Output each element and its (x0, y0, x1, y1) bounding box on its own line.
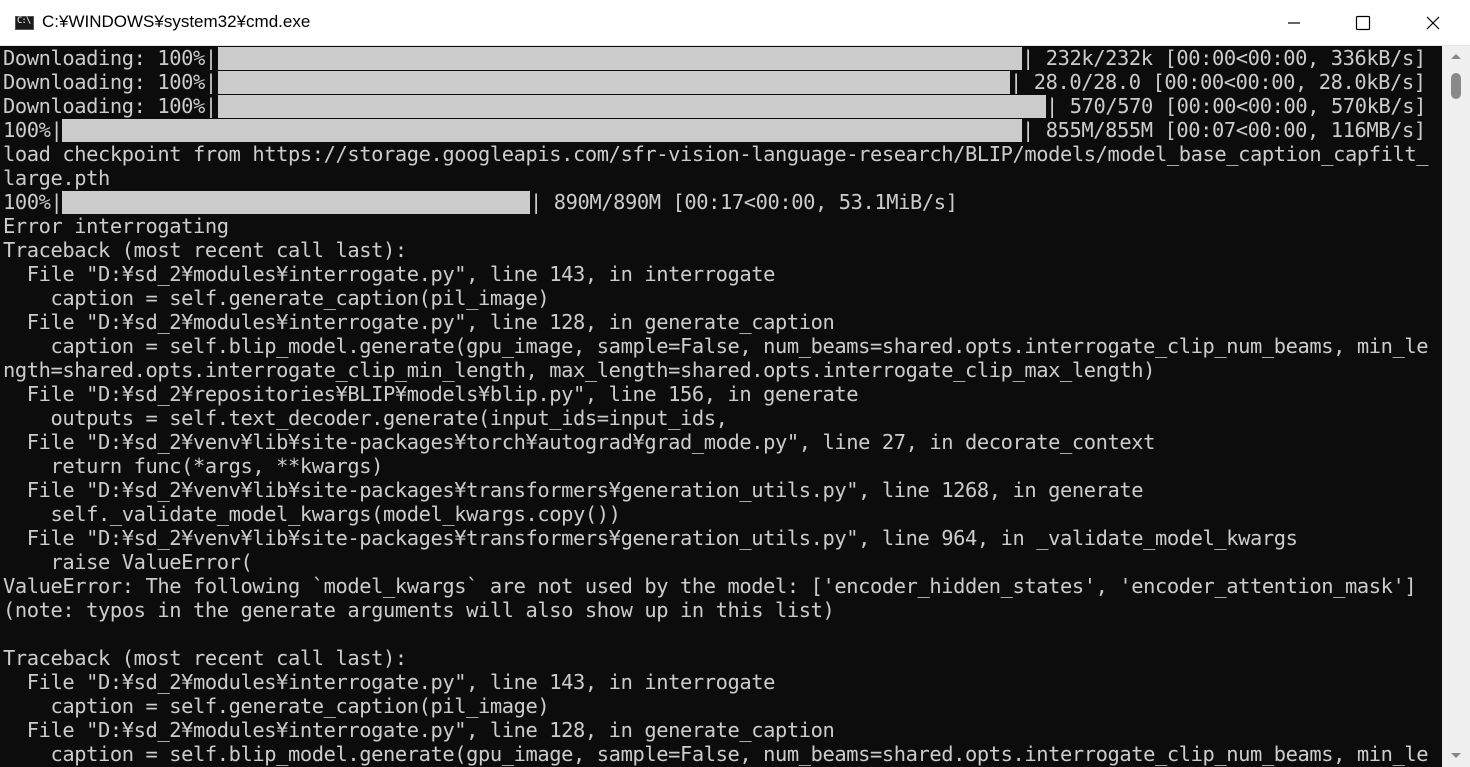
output-line: outputs = self.text_decoder.generate(inp… (3, 406, 728, 430)
console-output[interactable]: Downloading: 100%| | 232k/232k [00:00<00… (0, 46, 1442, 767)
progress-line-3-stats: | 570/570 [00:00<00:00, 570kB/s] (1046, 94, 1427, 118)
output-line: File "D:¥sd_2¥modules¥interrogate.py", l… (3, 262, 776, 286)
progress-bar-1 (218, 47, 1022, 70)
output-line: caption = self.blip_model.generate(gpu_i… (3, 742, 1429, 766)
cmd-window: C:\ C:¥WINDOWS¥system32¥cmd.exe Download… (0, 0, 1470, 767)
output-line: Error interrogating (3, 214, 229, 238)
maximize-icon (1355, 15, 1371, 31)
close-icon (1426, 16, 1440, 30)
checkpoint-progress-bar (62, 191, 530, 214)
output-line: File "D:¥sd_2¥venv¥lib¥site-packages¥tra… (3, 478, 1144, 502)
output-line: raise ValueError( (3, 550, 253, 574)
output-line: caption = self.generate_caption(pil_imag… (3, 286, 550, 310)
window-title: C:¥WINDOWS¥system32¥cmd.exe (42, 12, 311, 31)
output-line: File "D:¥sd_2¥venv¥lib¥site-packages¥tra… (3, 526, 1298, 550)
progress-line-4-stats: | 855M/855M [00:07<00:00, 116MB/s] (1022, 118, 1426, 142)
progress-line-1-stats: | 232k/232k [00:00<00:00, 336kB/s] (1022, 46, 1426, 70)
output-line: Traceback (most recent call last): (3, 646, 407, 670)
progress-bar-2 (218, 71, 1010, 94)
output-line: File "D:¥sd_2¥repositories¥BLIP¥models¥b… (3, 382, 859, 406)
progress-line-1-prefix: Downloading: 100%| (3, 46, 217, 70)
output-line: File "D:¥sd_2¥modules¥interrogate.py", l… (3, 718, 835, 742)
title-bar[interactable]: C:\ C:¥WINDOWS¥system32¥cmd.exe (0, 0, 1470, 46)
cmd-console-icon[interactable]: C:\ (15, 16, 34, 30)
checkpoint-line-1: load checkpoint from https://storage.goo… (3, 142, 1429, 166)
progress-line-3-prefix: Downloading: 100%| (3, 94, 217, 118)
scroll-down-arrow-icon (1451, 753, 1461, 758)
progress-bar-4 (62, 119, 1022, 142)
output-line: ValueError: The following `model_kwargs`… (3, 574, 1417, 598)
scrollbar-thumb[interactable] (1451, 73, 1461, 99)
minimize-button[interactable] (1259, 0, 1329, 45)
output-line: self._validate_model_kwargs(model_kwargs… (3, 502, 621, 526)
output-line: File "D:¥sd_2¥modules¥interrogate.py", l… (3, 310, 835, 334)
output-line: caption = self.blip_model.generate(gpu_i… (3, 334, 1429, 358)
output-line: caption = self.generate_caption(pil_imag… (3, 694, 550, 718)
progress-bar-3 (218, 95, 1046, 118)
output-line: File "D:¥sd_2¥venv¥lib¥site-packages¥tor… (3, 430, 1156, 454)
output-line: (note: typos in the generate arguments w… (3, 598, 835, 622)
minimize-icon (1288, 22, 1300, 24)
maximize-button[interactable] (1328, 0, 1398, 45)
output-line: ngth=shared.opts.interrogate_clip_min_le… (3, 358, 1155, 382)
checkpoint-line-2: large.pth (3, 166, 110, 190)
scroll-down-button[interactable] (1442, 745, 1470, 767)
checkpoint-progress-prefix: 100%| (3, 190, 63, 214)
progress-line-2-prefix: Downloading: 100%| (3, 70, 217, 94)
cmd-icon-glyph: C:\ (17, 16, 31, 26)
scroll-up-arrow-icon (1451, 54, 1461, 59)
progress-line-2-stats: | 28.0/28.0 [00:00<00:00, 28.0kB/s] (1010, 70, 1426, 94)
close-button[interactable] (1398, 0, 1468, 45)
progress-line-4-prefix: 100%| (3, 118, 63, 142)
checkpoint-progress-stats: | 890M/890M [00:17<00:00, 53.1MiB/s] (530, 190, 958, 214)
scroll-up-button[interactable] (1442, 46, 1470, 68)
vertical-scrollbar[interactable] (1442, 46, 1470, 767)
output-line: return func(*args, **kwargs) (3, 454, 384, 478)
output-line: Traceback (most recent call last): (3, 238, 407, 262)
output-line: File "D:¥sd_2¥modules¥interrogate.py", l… (3, 670, 776, 694)
